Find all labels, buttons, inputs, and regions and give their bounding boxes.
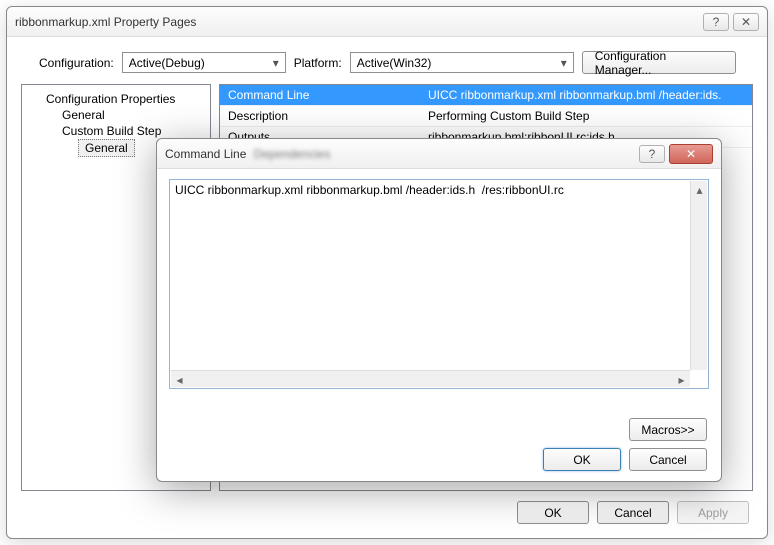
scroll-left-icon: ◂ bbox=[171, 371, 188, 388]
cancel-button[interactable]: Cancel bbox=[597, 501, 669, 524]
chevron-down-icon: ▾ bbox=[557, 56, 571, 70]
platform-value: Active(Win32) bbox=[357, 56, 432, 70]
configuration-combo[interactable]: Active(Debug) ▾ bbox=[122, 52, 286, 73]
help-icon: ? bbox=[713, 15, 720, 29]
command-line-dialog: Command Line Dependencies ? ✕ ▴ ◂ ▸ Macr… bbox=[156, 138, 722, 482]
chevron-down-icon: ▾ bbox=[269, 56, 283, 70]
cmd-body: ▴ ◂ ▸ Macros>> OK Cancel bbox=[157, 169, 721, 481]
help-button[interactable]: ? bbox=[639, 145, 665, 163]
grid-label: Command Line bbox=[220, 85, 420, 105]
configuration-manager-button[interactable]: Configuration Manager... bbox=[582, 51, 736, 74]
main-titlebar: ribbonmarkup.xml Property Pages ? ✕ bbox=[7, 7, 767, 37]
main-footer: OK Cancel Apply bbox=[517, 501, 749, 524]
cmd-window-title: Command Line Dependencies bbox=[165, 147, 635, 161]
macros-button[interactable]: Macros>> bbox=[629, 418, 707, 441]
cmd-titlebar: Command Line Dependencies ? ✕ bbox=[157, 139, 721, 169]
platform-label: Platform: bbox=[294, 56, 342, 70]
scroll-right-icon: ▸ bbox=[673, 371, 690, 388]
blurred-text: Dependencies bbox=[254, 147, 331, 161]
help-button[interactable]: ? bbox=[703, 13, 729, 31]
command-line-textarea[interactable] bbox=[171, 181, 689, 369]
apply-button: Apply bbox=[677, 501, 749, 524]
cancel-button[interactable]: Cancel bbox=[629, 448, 707, 471]
main-window-title: ribbonmarkup.xml Property Pages bbox=[15, 15, 699, 29]
tree-general-selected[interactable]: General bbox=[78, 139, 135, 157]
grid-row-command-line[interactable]: Command Line UICC ribbonmarkup.xml ribbo… bbox=[220, 85, 752, 106]
ok-button[interactable]: OK bbox=[517, 501, 589, 524]
close-icon: ✕ bbox=[741, 15, 751, 29]
tree-general[interactable]: General bbox=[22, 107, 210, 123]
configuration-row: Configuration: Active(Debug) ▾ Platform:… bbox=[7, 37, 767, 84]
grid-label: Description bbox=[220, 106, 420, 126]
grid-row-description[interactable]: Description Performing Custom Build Step bbox=[220, 106, 752, 127]
close-button[interactable]: ✕ bbox=[669, 144, 713, 164]
ok-button[interactable]: OK bbox=[543, 448, 621, 471]
help-icon: ? bbox=[649, 147, 656, 161]
tree-root[interactable]: Configuration Properties bbox=[22, 91, 210, 107]
configuration-value: Active(Debug) bbox=[129, 56, 205, 70]
horizontal-scrollbar[interactable]: ◂ ▸ bbox=[171, 370, 690, 387]
close-button[interactable]: ✕ bbox=[733, 13, 759, 31]
configuration-label: Configuration: bbox=[39, 56, 114, 70]
command-textarea-wrap: ▴ ◂ ▸ bbox=[169, 179, 709, 389]
platform-combo[interactable]: Active(Win32) ▾ bbox=[350, 52, 574, 73]
cmd-footer: OK Cancel bbox=[543, 448, 707, 471]
grid-value: Performing Custom Build Step bbox=[420, 106, 752, 126]
vertical-scrollbar[interactable]: ▴ bbox=[690, 181, 707, 370]
close-icon: ✕ bbox=[686, 147, 696, 161]
cmd-macros-row: Macros>> bbox=[629, 418, 707, 441]
scroll-up-icon: ▴ bbox=[691, 181, 708, 198]
tree-custom-build-step[interactable]: Custom Build Step bbox=[22, 123, 210, 139]
grid-value: UICC ribbonmarkup.xml ribbonmarkup.bml /… bbox=[420, 85, 752, 105]
